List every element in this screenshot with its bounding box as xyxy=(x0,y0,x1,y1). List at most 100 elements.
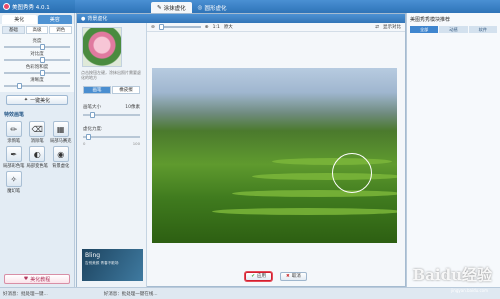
preview-thumbnail xyxy=(82,27,122,67)
tool-eraser[interactable]: ⌫ 消除笔 xyxy=(26,121,47,144)
saturation-track[interactable] xyxy=(4,70,70,76)
heart-icon: ♥ xyxy=(23,276,29,282)
contrast-track[interactable] xyxy=(4,57,70,63)
tool-mosaic[interactable]: ▦ 局部马赛克 xyxy=(50,121,71,144)
tea-row xyxy=(252,173,397,180)
background-blur-dialog: ● 背景虚化 点击按钮左键，涂抹出照片需要虚化的地方 画笔 橡皮擦 画笔大小 1… xyxy=(76,13,406,287)
slider-sharpness: 清晰度 xyxy=(4,77,70,89)
original-size-button[interactable]: 原大 xyxy=(224,24,233,30)
mosaic-icon: ▦ xyxy=(52,121,69,137)
tool-recolor[interactable]: ◐ 局部变色笔 xyxy=(26,146,48,169)
adjust-sliders: 亮度 对比度 色彩饱和度 清晰度 xyxy=(0,36,74,92)
sidebar-main-tabs: 美化 美容 xyxy=(0,13,74,24)
subtab-advanced[interactable]: 高级 xyxy=(25,26,49,34)
onekey-beautify-button[interactable]: ✦ 一键美化 xyxy=(6,95,68,105)
app-title-bar: 美图秀秀 4.0.1 xyxy=(0,0,75,13)
pen-icon: ✏ xyxy=(5,121,22,137)
brush-icon: ✎ xyxy=(157,4,162,11)
photo-canvas[interactable] xyxy=(152,68,397,243)
brush-cursor-ring xyxy=(332,153,372,193)
slider-contrast: 对比度 xyxy=(4,51,70,63)
tea-row xyxy=(272,158,392,165)
brush-size-value: 10像素 xyxy=(125,105,140,111)
app-title: 美图秀秀 4.0.1 xyxy=(12,4,50,11)
brush-size-track[interactable] xyxy=(83,112,140,119)
cancel-button[interactable]: ✖ 取消 xyxy=(280,271,307,281)
saturation-thumb[interactable] xyxy=(40,70,46,76)
blur-high: 100 xyxy=(132,141,140,147)
tab-beauty[interactable]: 美容 xyxy=(37,15,72,24)
show-compare-button[interactable]: 显示对比 xyxy=(383,24,401,30)
promo-subtitle: 告别美颜 青春不散场 xyxy=(85,261,119,265)
watermark-logo: Baidu经验 xyxy=(412,266,493,284)
tea-row xyxy=(212,208,397,215)
mode-brush[interactable]: 画笔 xyxy=(83,86,111,95)
compare-icon: ⇄ xyxy=(375,24,379,30)
left-sidebar: 美化 美容 基础 高级 调色 亮度 对比度 色彩饱和度 清晰度 ✦ 一键美化 特… xyxy=(0,13,75,287)
brightness-thumb[interactable] xyxy=(40,44,46,50)
tea-row xyxy=(232,190,397,197)
status-bar: 好消息：批处理一键... 好消息：批处理一键在线... xyxy=(0,287,500,299)
zoom-ratio-button[interactable]: 1:1 xyxy=(213,25,220,30)
tool-doodle[interactable]: ✏ 涂鸦笔 xyxy=(3,121,24,144)
zoom-slider[interactable] xyxy=(158,24,201,30)
tab-beautify[interactable]: 美化 xyxy=(2,15,37,24)
dialog-title: ● 背景虚化 xyxy=(77,14,405,23)
blur-strength-label: 虚化力度: xyxy=(83,127,103,133)
mode-eraser[interactable]: 橡皮擦 xyxy=(112,86,140,95)
blur-strength-thumb[interactable] xyxy=(85,134,91,141)
beauty-tutorial-button[interactable]: ♥ 美化教程 xyxy=(4,274,70,284)
sharpness-thumb[interactable] xyxy=(17,83,23,89)
apply-button[interactable]: ✔ 应用 xyxy=(245,271,272,281)
close-icon: ✖ xyxy=(286,273,290,279)
dialog-left-panel: 点击按钮左键，涂抹出照片需要虚化的地方 画笔 橡皮擦 画笔大小 10像素 虚化力… xyxy=(77,23,147,287)
canvas-toolbar: ⊖ ⊕ 1:1 原大 ⇄ 显示对比 xyxy=(147,23,405,32)
status-left[interactable]: 好消息：批处理一键... xyxy=(3,291,48,297)
check-icon: ✔ xyxy=(251,273,255,279)
brightness-track[interactable] xyxy=(4,44,70,50)
circle-icon: ◎ xyxy=(197,4,203,11)
blur-strength-param: 虚化力度: 0 100 xyxy=(83,126,140,146)
tool-grid: ✏ 涂鸦笔 ⌫ 消除笔 ▦ 局部马赛克 ✒ 局部彩色笔 ◐ 局部变色笔 ◉ 背景虚化 ✧ 魔幻… xyxy=(0,119,74,196)
tab-brush-blur[interactable]: ✎ 涂抹虚化 xyxy=(151,2,192,13)
tab-software[interactable]: 软件 xyxy=(468,26,497,33)
recommend-title: 美图秀秀模块推荐 xyxy=(410,17,451,23)
contrast-thumb[interactable] xyxy=(40,57,46,63)
brush-size-thumb[interactable] xyxy=(89,112,95,119)
zoom-in-icon[interactable]: ⊕ xyxy=(205,25,209,30)
tab-dynamic[interactable]: 动感 xyxy=(439,26,468,33)
blur-low: 0 xyxy=(83,141,86,147)
dialog-title-bar: ✎ 涂抹虚化 ◎ 圆形虚化 xyxy=(75,0,500,13)
subtab-color[interactable]: 调色 xyxy=(49,26,73,34)
brush-size-param: 画笔大小 10像素 xyxy=(83,104,140,119)
dialog-actions: ✔ 应用 ✖ 取消 xyxy=(147,266,405,286)
sharpness-track[interactable] xyxy=(4,83,70,89)
canvas-area xyxy=(147,32,405,266)
tool-magic[interactable]: ✧ 魔幻笔 xyxy=(3,171,24,194)
wand-icon: ✦ xyxy=(23,97,29,103)
tool-background-blur[interactable]: ◉ 背景虚化 xyxy=(50,146,71,169)
dialog-logo-icon: ● xyxy=(81,15,86,22)
color-pen-icon: ✒ xyxy=(5,146,22,162)
subtab-basic[interactable]: 基础 xyxy=(2,26,25,34)
status-right[interactable]: 好消息：批处理一键在线... xyxy=(104,291,158,297)
tab-all[interactable]: 全部 xyxy=(410,26,439,33)
magic-icon: ✧ xyxy=(5,171,22,187)
tab-circle-blur[interactable]: ◎ 圆形虚化 xyxy=(192,2,233,13)
promo-title: Bling xyxy=(85,252,101,259)
blur-icon: ◉ xyxy=(52,146,69,162)
zoom-thumb[interactable] xyxy=(158,24,164,30)
blur-strength-track[interactable] xyxy=(83,134,140,141)
recommend-tabs: 全部 动感 软件 xyxy=(407,26,500,33)
brush-size-label: 画笔大小 xyxy=(83,105,101,111)
eraser-icon: ⌫ xyxy=(29,121,46,137)
recolor-icon: ◐ xyxy=(29,146,46,162)
section-effect-brush: 特效画笔 xyxy=(4,112,25,118)
tool-color-pen[interactable]: ✒ 局部彩色笔 xyxy=(3,146,24,169)
zoom-out-icon[interactable]: ⊖ xyxy=(151,25,155,30)
hint-text: 点击按钮左键，涂抹出照片需要虚化的地方 xyxy=(81,70,141,81)
sidebar-subtabs: 基础 高级 调色 xyxy=(0,24,74,36)
app-logo-icon xyxy=(3,3,10,10)
mode-tabs: 画笔 橡皮擦 xyxy=(83,86,140,95)
promo-banner[interactable]: Bling 告别美颜 青春不散场 xyxy=(82,249,143,281)
